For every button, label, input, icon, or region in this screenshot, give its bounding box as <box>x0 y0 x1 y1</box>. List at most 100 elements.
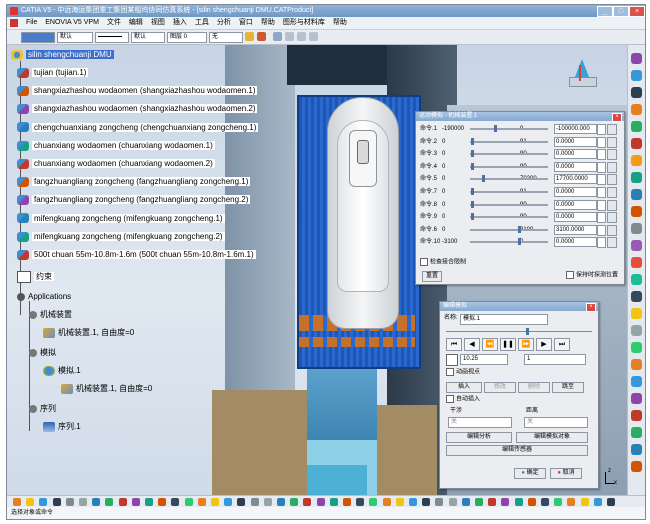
view-tool-icon[interactable] <box>13 498 21 506</box>
view-tool-icon[interactable] <box>501 498 510 506</box>
joint-slider-thumb[interactable] <box>518 225 521 233</box>
view-tool-icon[interactable] <box>514 498 523 506</box>
layer-combo[interactable]: 图层 0 <box>167 32 207 43</box>
pause-button[interactable]: ❚❚ <box>500 338 516 351</box>
joint-slider-thumb[interactable] <box>494 125 497 132</box>
joint-slider-thumb[interactable] <box>518 238 521 246</box>
checkbox[interactable] <box>446 395 454 403</box>
menu-item-11[interactable]: 帮助 <box>329 17 351 29</box>
tool-icon[interactable] <box>631 274 642 285</box>
view-tool-icon[interactable] <box>105 498 114 506</box>
step-forward-button[interactable]: ▶ <box>536 338 552 351</box>
view-tool-icon[interactable] <box>39 498 48 506</box>
interference-combo[interactable]: 关 <box>448 417 512 428</box>
spin-icon[interactable] <box>597 174 606 186</box>
edit-sensors-button[interactable]: 编辑传感器 <box>446 445 588 456</box>
tree-item[interactable]: chengchuanxiang zongcheng (chengchuanxia… <box>17 122 259 134</box>
edit-analysis-button[interactable]: 编辑分析 <box>446 432 512 443</box>
view-tool-icon[interactable] <box>184 498 193 506</box>
tool-icon[interactable] <box>631 393 642 404</box>
view-tool-icon[interactable] <box>131 498 140 506</box>
menu-item-7[interactable]: 分析 <box>213 17 235 29</box>
tree-item[interactable]: fangzhuangliang zongcheng (fangzhuanglia… <box>17 176 251 188</box>
joint-value-field[interactable]: 0.0000 <box>554 212 597 223</box>
joint-slider[interactable] <box>470 216 548 219</box>
tree-simulation-1[interactable]: 模拟.1 <box>43 365 81 377</box>
tool-icon[interactable] <box>631 189 642 200</box>
view-tool-icon[interactable] <box>554 498 563 506</box>
menu-item-0[interactable]: File <box>22 17 41 29</box>
tree-root[interactable]: silin shengchuanji DMU <box>11 49 114 61</box>
tree-item[interactable]: chuanxiang wodaomen (chuanxiang wodaomen… <box>17 140 215 152</box>
joint-slider-thumb[interactable] <box>470 137 474 145</box>
view-tool-icon[interactable] <box>395 498 404 506</box>
tree-simulation[interactable]: 模拟 <box>29 347 56 359</box>
modify-button[interactable]: 修改 <box>484 382 516 393</box>
tree-applications[interactable]: Applications <box>17 291 71 303</box>
joint-slider[interactable] <box>470 165 548 168</box>
edit-sim-objects-button[interactable]: 编辑模拟对象 <box>516 432 588 443</box>
checkbox[interactable] <box>566 271 574 279</box>
tree-item[interactable]: chuanxiang wodaomen (chuanxiang wodaomen… <box>17 158 215 170</box>
tool-icon[interactable] <box>631 461 642 472</box>
view-tool-icon[interactable] <box>593 498 602 506</box>
menu-item-3[interactable]: 编辑 <box>125 17 147 29</box>
skip-forward-button[interactable]: ⏭ <box>554 338 570 351</box>
view-tool-icon[interactable] <box>343 498 351 506</box>
view-tool-icon[interactable] <box>422 498 431 506</box>
joint-value-field[interactable]: 0.0000 <box>554 161 597 172</box>
brush-icon[interactable] <box>257 32 266 41</box>
compass-icon[interactable] <box>567 59 597 91</box>
tree-sequence[interactable]: 序列 <box>29 403 56 415</box>
close-button[interactable]: × <box>629 6 645 17</box>
view-tool-icon[interactable] <box>461 498 470 506</box>
close-icon[interactable]: × <box>612 113 622 122</box>
spin-icon[interactable] <box>597 149 606 161</box>
properties-icon[interactable] <box>273 32 282 41</box>
section-icon[interactable] <box>309 32 318 41</box>
tree-mechanism-1[interactable]: 机械装置.1, 自由度=0 <box>43 327 134 339</box>
capture-icon[interactable] <box>285 32 294 41</box>
tool-icon[interactable] <box>631 240 642 251</box>
view-tool-icon[interactable] <box>263 498 272 506</box>
tree-item[interactable]: mifengkuang zongcheng (mifengkuang zongc… <box>17 231 225 243</box>
menu-item-4[interactable]: 视图 <box>147 17 169 29</box>
tool-icon[interactable] <box>631 138 642 149</box>
joint-slider-thumb[interactable] <box>470 150 474 158</box>
view-tool-icon[interactable] <box>145 498 153 506</box>
joint-value-field[interactable]: 0.0000 <box>554 149 597 160</box>
tree-item[interactable]: fangzhuangliang zongcheng (fangzhuanglia… <box>17 194 251 206</box>
playback-value-field[interactable]: 10.25 <box>460 354 508 365</box>
view-tool-icon[interactable] <box>171 498 180 506</box>
animate-viewpoint-option[interactable]: 动画视点 <box>446 368 480 378</box>
view-tool-icon[interactable] <box>316 498 325 506</box>
distance-combo[interactable]: 关 <box>524 417 588 428</box>
tool-icon[interactable] <box>631 410 642 421</box>
tool-icon[interactable] <box>631 291 642 302</box>
tool-icon[interactable] <box>631 359 642 370</box>
view-tool-icon[interactable] <box>488 498 497 506</box>
view-tool-icon[interactable] <box>382 498 391 506</box>
view-tool-icon[interactable] <box>118 498 127 506</box>
ok-button[interactable]: ● 确定 <box>514 468 546 479</box>
spin-icon[interactable] <box>597 212 606 224</box>
tool-icon[interactable] <box>631 104 642 115</box>
view-tool-icon[interactable] <box>369 498 378 506</box>
joint-slider[interactable] <box>470 241 548 244</box>
view-tool-icon[interactable] <box>197 498 206 506</box>
more-icon[interactable] <box>607 161 617 173</box>
jump-button[interactable]: 跳至 <box>552 382 584 393</box>
paint-icon[interactable] <box>245 32 254 41</box>
more-icon[interactable] <box>607 136 617 148</box>
tree-item[interactable]: 500t chuan 55m-10.8m-1.6m (500t chuan 55… <box>17 249 256 261</box>
skip-back-button[interactable]: ⏮ <box>446 338 462 351</box>
filter-combo[interactable]: 无 <box>209 32 243 43</box>
view-tool-icon[interactable] <box>158 498 167 506</box>
view-tool-icon[interactable] <box>567 498 576 506</box>
step-back-button[interactable]: ◀ <box>464 338 480 351</box>
spin-icon[interactable] <box>597 161 606 173</box>
line-weight-combo[interactable]: 默认 <box>131 32 165 43</box>
tool-icon[interactable] <box>631 427 642 438</box>
joint-value-field[interactable]: 0.0000 <box>554 237 597 248</box>
menu-item-6[interactable]: 工具 <box>191 17 213 29</box>
